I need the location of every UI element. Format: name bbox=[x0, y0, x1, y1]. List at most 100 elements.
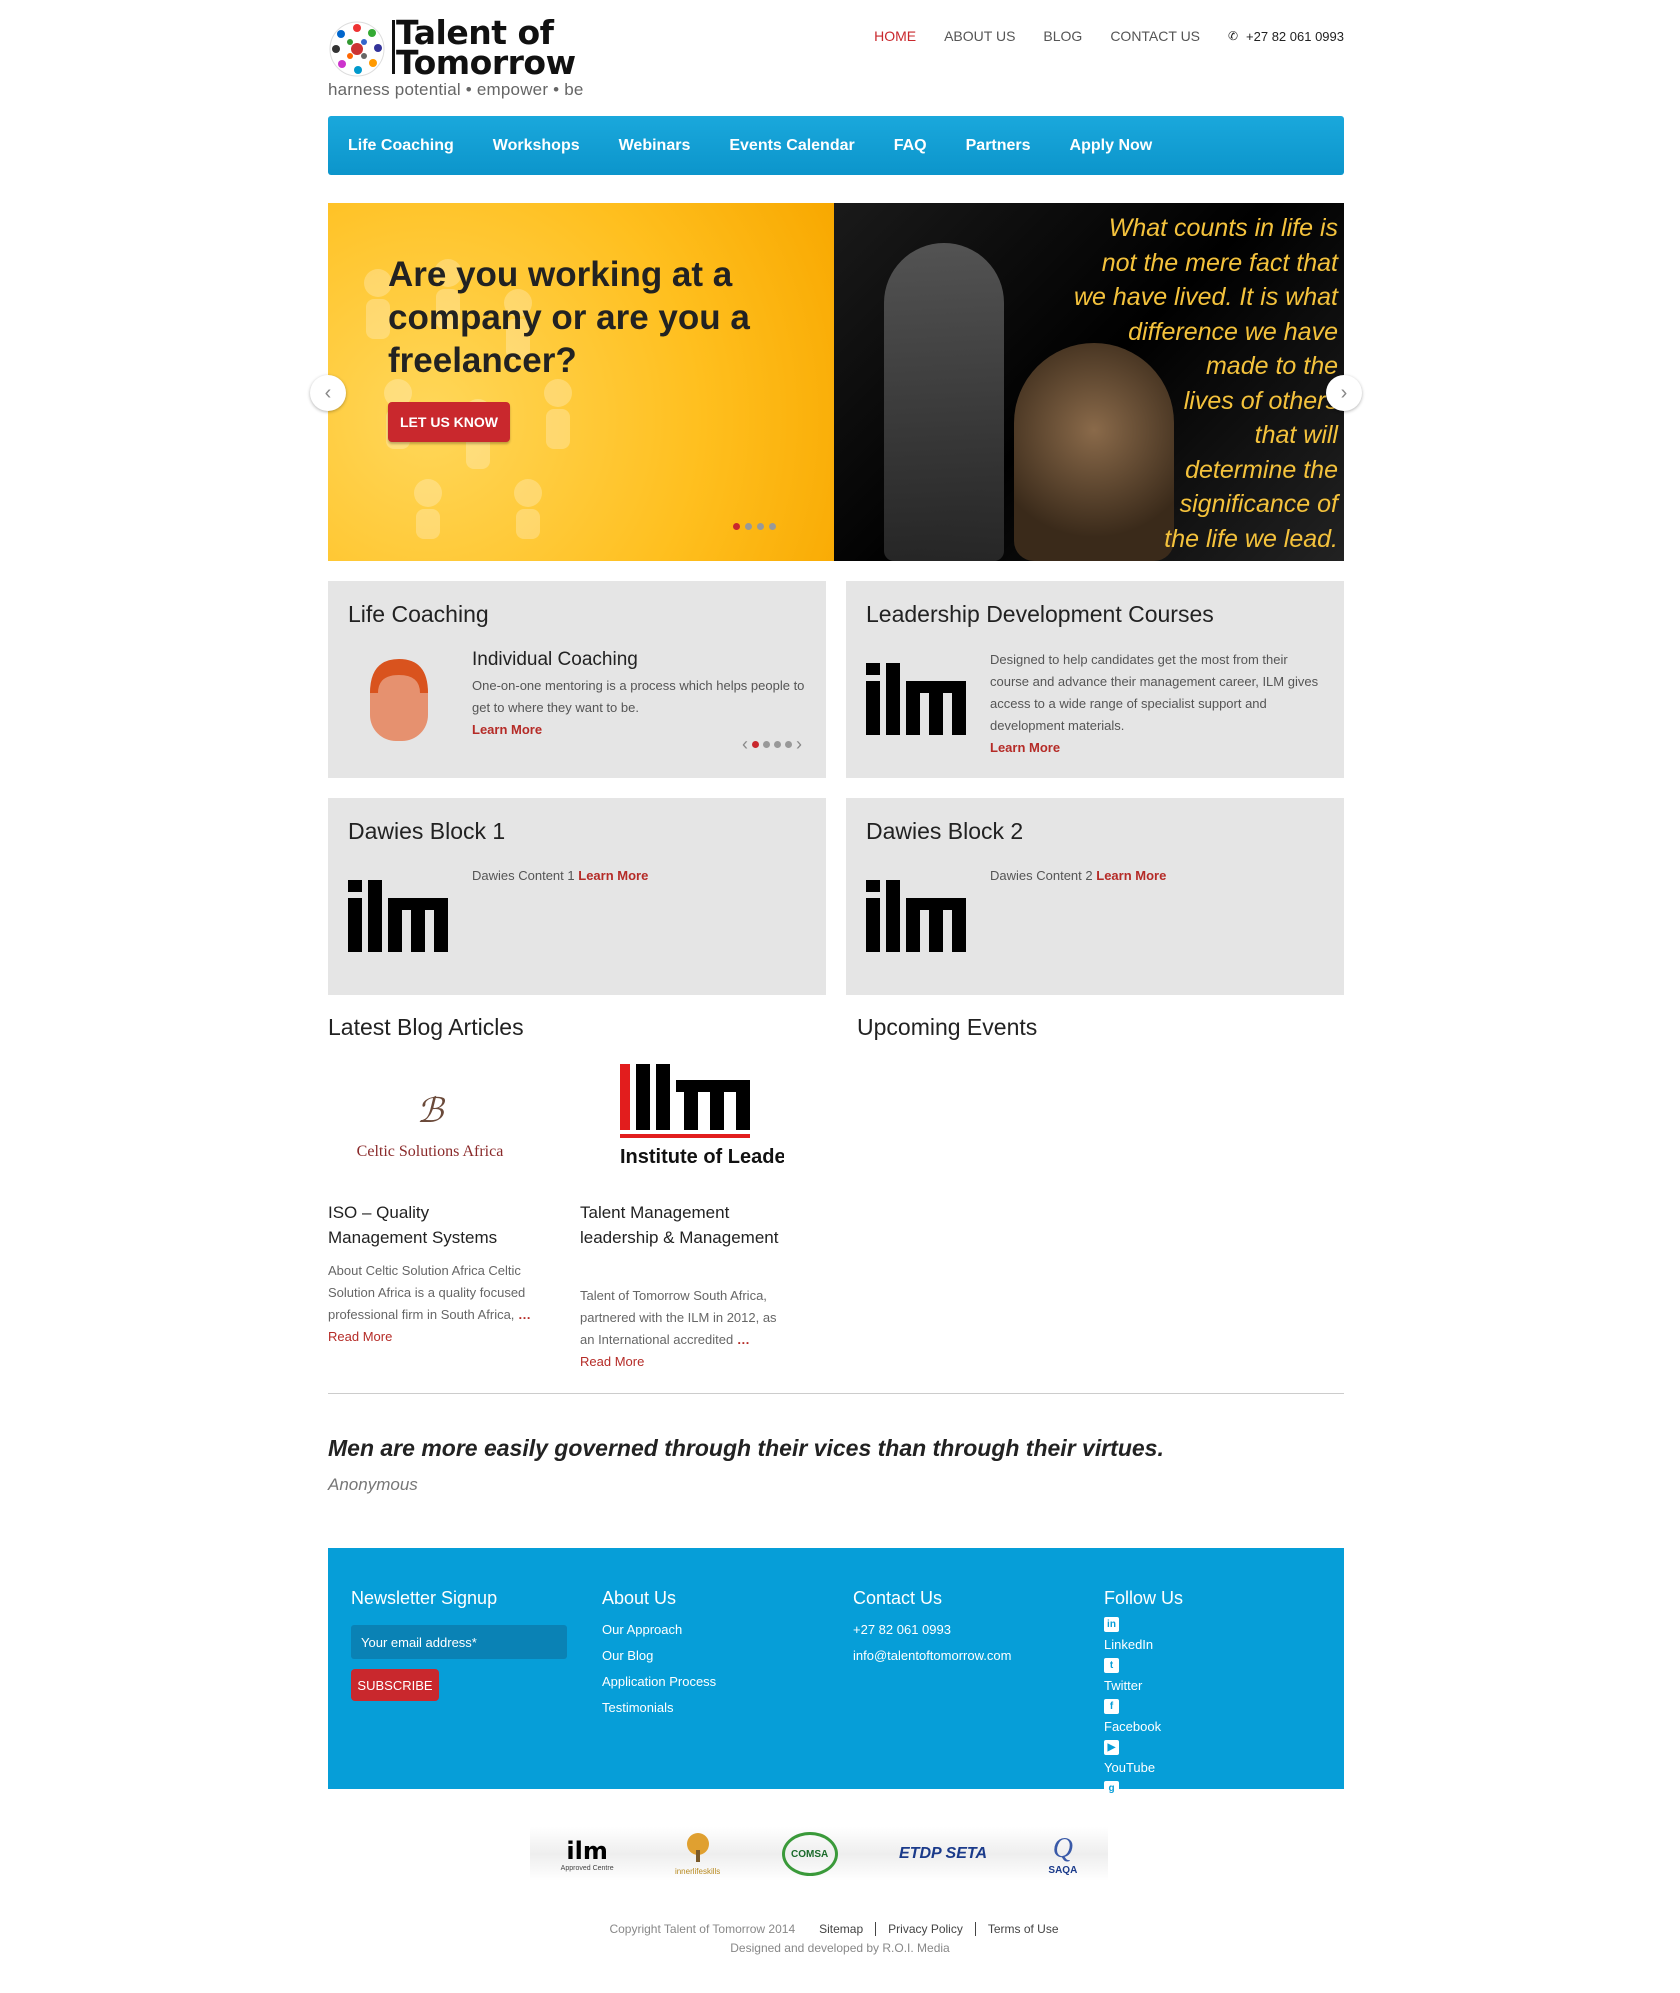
blog-section-title: Latest Blog Articles bbox=[328, 1014, 524, 1040]
dawies-2-learn-more[interactable]: Learn More bbox=[1096, 868, 1166, 883]
mainnav-partners[interactable]: Partners bbox=[966, 137, 1031, 155]
social-twitter[interactable]: t Twitter bbox=[1104, 1658, 1183, 1699]
carousel-prev-icon[interactable]: ‹ bbox=[742, 734, 748, 755]
dawies-2-text: Dawies Content 2 bbox=[990, 868, 1093, 883]
subscribe-button[interactable]: SUBSCRIBE bbox=[351, 1669, 439, 1701]
blog-article-2-title[interactable]: Talent Management leadership & Managemen… bbox=[580, 1200, 780, 1250]
mainnav-faq[interactable]: FAQ bbox=[894, 137, 927, 155]
mainnav-webinars[interactable]: Webinars bbox=[619, 137, 691, 155]
dawies-1-text: Dawies Content 1 bbox=[472, 868, 575, 883]
carousel-dot-3[interactable] bbox=[774, 741, 781, 748]
privacy-policy-link[interactable]: Privacy Policy bbox=[875, 1922, 975, 1936]
social-facebook[interactable]: f Facebook bbox=[1104, 1699, 1183, 1740]
dawies-1-learn-more[interactable]: Learn More bbox=[578, 868, 648, 883]
celtic-solutions-logo-icon: ℬ Celtic Solutions Africa bbox=[357, 1093, 504, 1160]
footer-contact-title: Contact Us bbox=[853, 1588, 943, 1608]
hero-quote-line: What counts in life is bbox=[1108, 214, 1338, 242]
logo-people-circle-icon bbox=[329, 21, 385, 77]
hero-quote-line: we have lived. It is what bbox=[1073, 283, 1338, 311]
blog-article-1-title[interactable]: ISO – Quality Management Systems bbox=[328, 1200, 528, 1250]
hero-dot-1[interactable] bbox=[733, 523, 740, 530]
nav-home[interactable]: HOME bbox=[874, 28, 916, 44]
blog-article-1-text: About Celtic Solution Africa Celtic Solu… bbox=[328, 1263, 526, 1322]
social-youtube-label: YouTube bbox=[1104, 1760, 1156, 1775]
partner-comsa-logo[interactable]: COMSA bbox=[781, 1832, 838, 1876]
ilm-logo-icon bbox=[866, 880, 966, 952]
carousel-next-icon[interactable]: › bbox=[796, 734, 802, 755]
dawies-block-1: Dawies Block 1 Dawies Content 1 Learn Mo… bbox=[328, 798, 826, 995]
hero-slide-quote-image: What counts in life is not the mere fact… bbox=[834, 203, 1344, 561]
hero-dot-4[interactable] bbox=[769, 523, 776, 530]
social-googleplus[interactable]: g Google+ bbox=[1104, 1781, 1183, 1822]
footer-contact: Contact Us +27 82 061 0993 info@talentof… bbox=[853, 1588, 1011, 1669]
linkedin-icon: in bbox=[1104, 1617, 1119, 1632]
header-phone-number: +27 82 061 0993 bbox=[1246, 28, 1344, 44]
blog-thumb-ilm[interactable]: Institute of Leadership & bbox=[580, 1060, 784, 1190]
footer: Newsletter Signup SUBSCRIBE About Us Our… bbox=[328, 1548, 1344, 1816]
events-section-title: Upcoming Events bbox=[857, 1014, 1038, 1040]
top-nav: HOME ABOUT US BLOG CONTACT US ✆ +27 82 0… bbox=[846, 28, 1344, 44]
footer-email-link[interactable]: info@talentoftomorrow.com bbox=[853, 1643, 1011, 1669]
partner-comsa-text: COMSA bbox=[781, 1832, 838, 1876]
blog-article-1-read-more[interactable]: Read More bbox=[328, 1329, 392, 1344]
quote-author: Anonymous bbox=[328, 1475, 418, 1494]
mainnav-apply-now[interactable]: Apply Now bbox=[1070, 137, 1153, 155]
blog-article-2-read-more[interactable]: Read More bbox=[580, 1354, 644, 1369]
mainnav-life-coaching[interactable]: Life Coaching bbox=[348, 137, 454, 155]
youtube-icon: ▶ bbox=[1104, 1740, 1119, 1755]
hero-prev-arrow-icon[interactable]: ‹ bbox=[310, 375, 346, 411]
hero-title: Are you working at a company or are you … bbox=[388, 255, 750, 380]
site-logo[interactable]: Talent of Tomorrow harness potential • e… bbox=[328, 16, 598, 100]
partner-saqa-logo[interactable]: Q SAQA bbox=[1048, 1833, 1077, 1876]
life-coaching-carousel-nav: ‹ › bbox=[742, 734, 802, 755]
mainnav-events-calendar[interactable]: Events Calendar bbox=[729, 137, 854, 155]
svg-text:ℬ: ℬ bbox=[417, 1093, 446, 1130]
partner-etdp-seta-logo[interactable]: ETDP SETA bbox=[899, 1845, 987, 1863]
nav-about-us[interactable]: ABOUT US bbox=[944, 28, 1015, 44]
partner-etdp-text: ETDP SETA bbox=[899, 1845, 988, 1862]
carousel-dot-1[interactable] bbox=[752, 741, 759, 748]
sitemap-link[interactable]: Sitemap bbox=[807, 1922, 875, 1936]
nav-blog[interactable]: BLOG bbox=[1043, 28, 1082, 44]
footer-link-application-process[interactable]: Application Process bbox=[602, 1669, 716, 1695]
hero-quote: What counts in life is not the mere fact… bbox=[1048, 211, 1338, 556]
hero-quote-line: not the mere fact that bbox=[1101, 248, 1338, 277]
quote-text: Men are more easily governed through the… bbox=[328, 1435, 1164, 1461]
carousel-dot-2[interactable] bbox=[763, 741, 770, 748]
blog-thumb-celtic[interactable]: ℬ Celtic Solutions Africa bbox=[328, 1060, 532, 1190]
partner-logos: ilm Approved Centre innerlifeskills COMS… bbox=[530, 1827, 1108, 1881]
partner-innerlifeskills-logo[interactable]: innerlifeskills bbox=[675, 1832, 720, 1876]
nav-contact-us[interactable]: CONTACT US bbox=[1110, 28, 1200, 44]
partner-saqa-text: SAQA bbox=[1048, 1864, 1078, 1876]
footer-follow: Follow Us in LinkedIn t Twitter f Facebook … bbox=[1104, 1588, 1183, 1822]
let-us-know-button[interactable]: LET US KNOW bbox=[388, 402, 510, 442]
leadership-text: Designed to help candidates get the most… bbox=[990, 652, 1319, 733]
hero-dot-2[interactable] bbox=[745, 523, 752, 530]
content-divider bbox=[328, 1393, 1344, 1394]
ilm-logo-text: Institute of Leadership & bbox=[620, 1146, 784, 1168]
mainnav-workshops[interactable]: Workshops bbox=[493, 137, 580, 155]
carousel-dot-4[interactable] bbox=[785, 741, 792, 748]
life-coaching-learn-more[interactable]: Learn More bbox=[472, 722, 542, 737]
phone-icon: ✆ bbox=[1228, 29, 1239, 43]
leadership-title: Leadership Development Courses bbox=[866, 601, 1214, 627]
footer-link-our-blog[interactable]: Our Blog bbox=[602, 1643, 716, 1669]
footer-phone: +27 82 061 0993 bbox=[853, 1622, 951, 1637]
footer-link-testimonials[interactable]: Testimonials bbox=[602, 1695, 716, 1721]
hero-next-arrow-icon[interactable]: › bbox=[1326, 375, 1362, 411]
footer-link-our-approach[interactable]: Our Approach bbox=[602, 1617, 716, 1643]
dawies-2-title: Dawies Block 2 bbox=[866, 818, 1024, 844]
newsletter-email-input[interactable] bbox=[351, 1625, 567, 1659]
footer-newsletter: Newsletter Signup SUBSCRIBE bbox=[351, 1588, 567, 1701]
hero-dot-3[interactable] bbox=[757, 523, 764, 530]
social-linkedin[interactable]: in LinkedIn bbox=[1104, 1617, 1183, 1658]
leadership-learn-more[interactable]: Learn More bbox=[990, 740, 1060, 755]
terms-of-use-link[interactable]: Terms of Use bbox=[974, 1922, 1071, 1936]
facebook-icon: f bbox=[1104, 1699, 1119, 1714]
social-youtube[interactable]: ▶ YouTube bbox=[1104, 1740, 1183, 1781]
leadership-box: Leadership Development Courses Designed … bbox=[846, 581, 1344, 778]
googleplus-icon: g bbox=[1104, 1781, 1119, 1796]
hero-quote-line: determine the bbox=[1185, 455, 1338, 484]
partner-ilm-logo[interactable]: ilm Approved Centre bbox=[561, 1837, 614, 1872]
footer-about: About Us Our Approach Our Blog Applicati… bbox=[602, 1588, 716, 1721]
